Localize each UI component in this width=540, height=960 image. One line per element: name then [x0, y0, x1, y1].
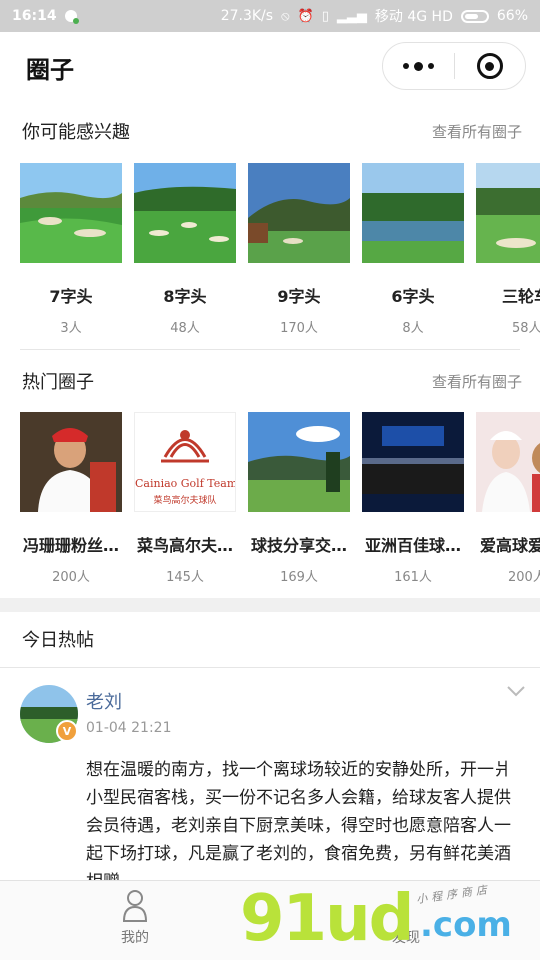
- alarm-icon: ⏰: [297, 8, 314, 24]
- circle-name: 6字头: [391, 287, 435, 306]
- title-bar: 圈子: [0, 32, 540, 102]
- post-divider: [0, 667, 540, 668]
- popular-circles-row: 冯珊珊粉丝… 200人 Cainiao Golf Teams 菜鸟高尔夫球队 菜…: [20, 412, 540, 592]
- golf-course-thumbnail: [248, 412, 350, 512]
- vibrate-icon: ▯: [321, 8, 329, 24]
- page-title: 圈子: [26, 55, 74, 84]
- view-all-circles-link[interactable]: 查看所有圈子: [432, 121, 522, 142]
- circle-card[interactable]: 亚洲百佳球… 161人: [362, 412, 464, 585]
- circle-card[interactable]: Cainiao Golf Teams 菜鸟高尔夫球队 菜鸟高尔夫… 145人: [134, 412, 236, 585]
- circle-member-count: 170人: [280, 321, 318, 336]
- network-speed: 27.3K/s: [220, 8, 274, 24]
- signal-icon: ▂▃▅: [336, 8, 367, 24]
- popular-heading: 热门圈子: [22, 372, 94, 393]
- circle-member-count: 161人: [394, 570, 432, 585]
- circle-card[interactable]: 7字头 3人: [20, 163, 122, 336]
- status-time: 16:14: [12, 8, 57, 24]
- circle-card[interactable]: 8字头 48人: [134, 163, 236, 336]
- more-dot-icon: [402, 63, 409, 69]
- circle-name: 9字头: [277, 287, 321, 306]
- logo-text: Cainiao Golf Teams: [135, 477, 236, 490]
- carrier-label: 移动 4G HD: [374, 9, 453, 25]
- close-miniprogram-button[interactable]: [455, 43, 526, 89]
- target-close-icon: [476, 53, 503, 79]
- circle-member-count: 48人: [170, 321, 200, 336]
- more-dot-icon: [413, 61, 423, 71]
- circle-card[interactable]: 6字头 8人: [362, 163, 464, 336]
- circle-member-count: 200人: [508, 570, 540, 585]
- golf-course-thumbnail: [476, 163, 540, 263]
- interested-heading: 你可能感兴趣: [22, 122, 130, 143]
- battery-percent: 66%: [496, 8, 528, 24]
- golf-course-thumbnail: [248, 163, 350, 263]
- popular-section-header: 热门圈子 查看所有圈子: [22, 368, 522, 394]
- status-bar: 16:14 27.3K/s ⦸ ⏰ ▯ ▂▃▅ 移动 4G HD 66%: [0, 0, 540, 32]
- today-hot-heading: 今日热帖: [22, 630, 94, 651]
- user-icon: [122, 890, 148, 922]
- logo-cn-text: 菜鸟高尔夫球队: [153, 496, 217, 506]
- circle-name: 亚洲百佳球…: [364, 536, 461, 555]
- circle-name: 爱高球爱: [480, 536, 540, 555]
- circle-name: 7字头: [49, 287, 93, 306]
- section-gap: [0, 598, 540, 612]
- circle-card[interactable]: 球技分享交… 169人: [248, 412, 350, 585]
- interested-circles-row: 7字头 3人 8字头 48人 9字头 170人 6字头 8人 三轮 58人: [20, 163, 540, 343]
- verified-badge-icon: V: [56, 720, 78, 742]
- group-photo-thumbnail: [362, 412, 464, 512]
- circle-member-count: 145人: [166, 570, 204, 585]
- chevron-down-icon[interactable]: [506, 684, 526, 698]
- tab-mine[interactable]: 我的: [95, 889, 175, 947]
- circle-member-count: 200人: [52, 570, 90, 585]
- golf-course-thumbnail: [20, 163, 122, 263]
- post-content[interactable]: 想在温暖的南方，找一个离球场较近的安静处所，开一爿小型民宿客栈，买一份不记名多人…: [86, 756, 522, 880]
- cainiao-golf-logo: Cainiao Golf Teams 菜鸟高尔夫球队: [134, 412, 236, 512]
- more-dot-icon: [427, 63, 434, 69]
- circle-card[interactable]: 冯珊珊粉丝… 200人: [20, 412, 122, 585]
- circle-member-count: 169人: [280, 570, 318, 585]
- circle-name: 8字头: [163, 287, 207, 306]
- post-timestamp: 01-04 21:21: [86, 720, 172, 736]
- circle-name: 菜鸟高尔夫…: [136, 536, 233, 555]
- view-all-circles-link[interactable]: 查看所有圈子: [432, 371, 522, 392]
- circle-name: 冯珊珊粉丝…: [22, 536, 119, 555]
- battery-icon: [460, 9, 489, 23]
- circle-name: 三轮车: [502, 287, 540, 306]
- circle-member-count: 58人: [512, 321, 540, 336]
- circle-card[interactable]: 爱高球爱 200人: [476, 412, 540, 585]
- discover-icon: [366, 889, 446, 923]
- section-divider: [20, 349, 520, 350]
- interested-section-header: 你可能感兴趣 查看所有圈子: [22, 118, 522, 144]
- circle-member-count: 3人: [60, 321, 82, 336]
- bottom-tab-bar: 我的 发现: [0, 880, 540, 960]
- golf-course-thumbnail: [362, 163, 464, 263]
- tab-mine-label: 我的: [121, 930, 149, 946]
- circle-name: 球技分享交…: [250, 536, 347, 555]
- golfer-portrait-thumbnail: [20, 412, 122, 512]
- more-button[interactable]: [383, 43, 454, 89]
- post-author-name[interactable]: 老刘: [86, 688, 122, 714]
- miniprogram-capsule: [382, 42, 526, 90]
- circle-card[interactable]: 三轮车 58人: [476, 163, 540, 336]
- circle-member-count: 8人: [402, 321, 424, 336]
- tab-discover[interactable]: 发现: [366, 889, 446, 947]
- app-notification-icon: [64, 10, 79, 24]
- tab-discover-label: 发现: [392, 930, 420, 946]
- circle-card[interactable]: 9字头 170人: [248, 163, 350, 336]
- golf-course-thumbnail: [134, 163, 236, 263]
- mute-icon: ⦸: [281, 8, 290, 24]
- golfer-portrait-thumbnail: [476, 412, 540, 512]
